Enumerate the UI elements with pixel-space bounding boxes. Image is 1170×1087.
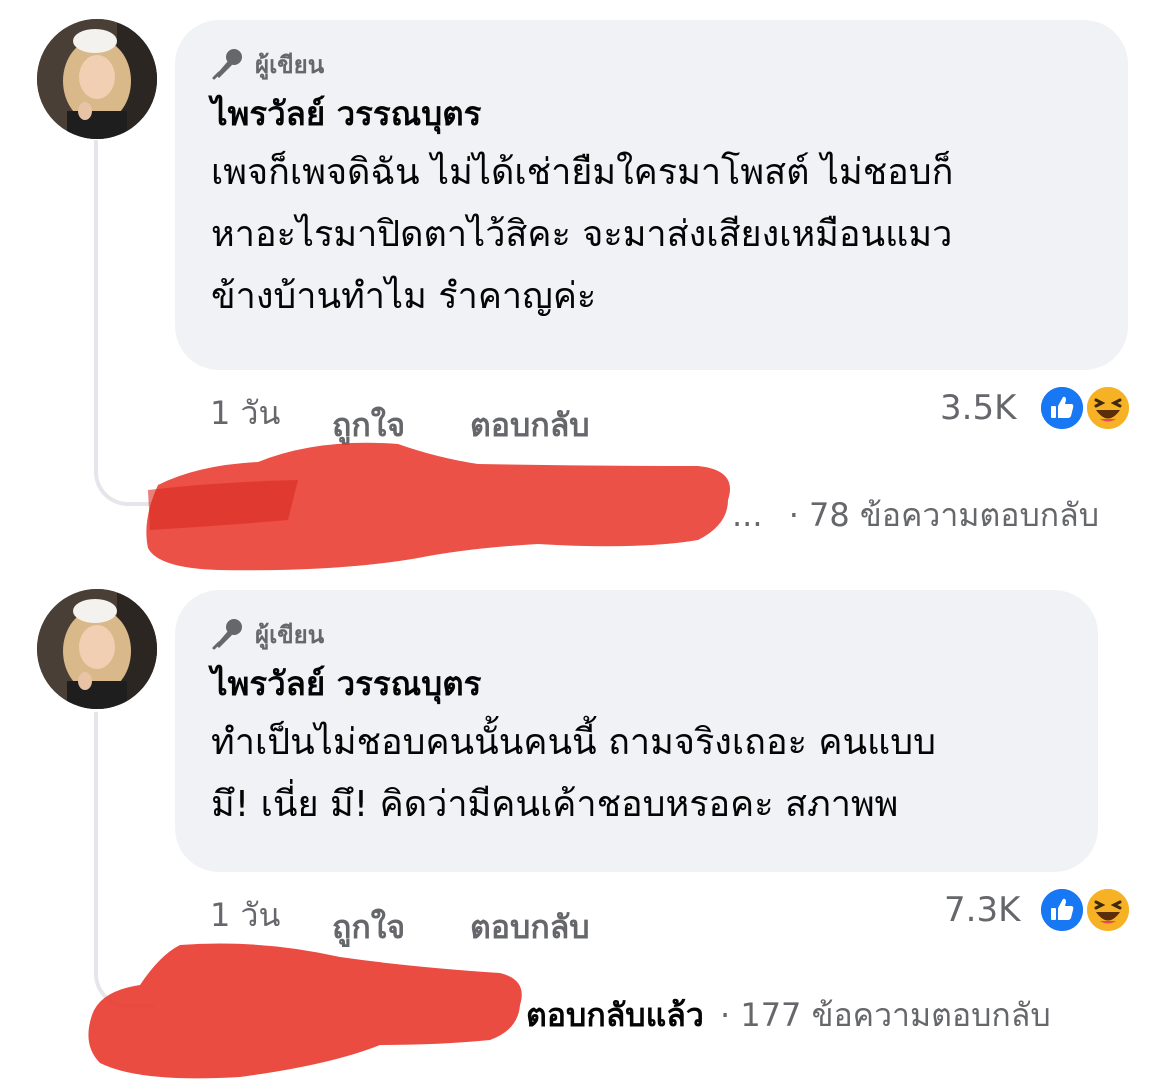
- comment-thread: ผู้เขียน ไพรวัลย์ วรรณบุตร เพจก็เพจดิฉัน…: [0, 0, 1170, 1087]
- comment-actions: 1 วัน ถูกใจ ตอบกลับ: [210, 388, 670, 448]
- comment-bubble: ผู้เขียน ไพรวัลย์ วรรณบุตร ทำเป็นไม่ชอบค…: [175, 590, 1098, 872]
- reaction-icons[interactable]: [1038, 384, 1138, 434]
- replies-count: · 177 ข้อความตอบกลับ: [719, 996, 1051, 1034]
- reply-button[interactable]: ตอบกลับ: [470, 400, 590, 451]
- author-badge-label: ผู้เขียน: [255, 50, 325, 79]
- comment-text: เพจก็เพจดิฉัน ไม่ได้เช่ายืมใครมาโพสต์ ไม…: [211, 142, 1092, 328]
- like-button[interactable]: ถูกใจ: [332, 902, 405, 953]
- like-icon: [1038, 886, 1086, 934]
- author-badge-label: ผู้เขียน: [255, 620, 325, 649]
- comment-timestamp[interactable]: 1 วัน: [210, 890, 280, 941]
- thread-connector-line: [94, 712, 154, 1008]
- reaction-icons[interactable]: [1038, 886, 1138, 936]
- comment-timestamp[interactable]: 1 วัน: [210, 388, 280, 439]
- comment-text-line: เพจก็เพจดิฉัน ไม่ได้เช่ายืมใครมาโพสต์ ไม…: [211, 152, 954, 193]
- author-badge: ผู้เขียน: [211, 44, 1092, 84]
- comment-text-line: มึ! เนี่ย มึ! คิดว่ามีคนเค้าชอบหรอคะ สภา…: [211, 784, 899, 825]
- author-name[interactable]: ไพรวัลย์ วรรณบุตร: [211, 92, 1092, 136]
- thread-connector-line: [94, 140, 154, 506]
- view-replies-link[interactable]: ... · 78 ข้อความตอบกลับ: [732, 490, 1099, 541]
- comment-bubble: ผู้เขียน ไพรวัลย์ วรรณบุตร เพจก็เพจดิฉัน…: [175, 20, 1128, 370]
- avatar[interactable]: [37, 19, 157, 139]
- comment-actions: 1 วัน ถูกใจ ตอบกลับ: [210, 890, 670, 950]
- like-button[interactable]: ถูกใจ: [332, 400, 405, 451]
- comment-text-line: ข้างบ้านทำไม รำคาญค่ะ: [211, 276, 597, 317]
- replies-prefix: ...: [732, 496, 763, 534]
- comment-text: ทำเป็นไม่ชอบคนนั้นคนนี้ ถามจริงเถอะ คนแบ…: [211, 712, 1062, 836]
- haha-icon: [1084, 886, 1132, 934]
- haha-icon: [1084, 384, 1132, 432]
- like-icon: [1038, 384, 1086, 432]
- author-name[interactable]: ไพรวัลย์ วรรณบุตร: [211, 662, 1062, 706]
- microphone-icon: [212, 49, 242, 80]
- reaction-count[interactable]: 3.5K: [940, 388, 1016, 428]
- avatar[interactable]: [37, 589, 157, 709]
- view-replies-link[interactable]: ตอบกลับแล้ว · 177 ข้อความตอบกลับ: [526, 990, 1051, 1041]
- redaction-mark: [146, 442, 730, 571]
- comment-text-line: ทำเป็นไม่ชอบคนนั้นคนนี้ ถามจริงเถอะ คนแบ…: [211, 722, 936, 763]
- author-replied-label: ตอบกลับแล้ว: [526, 996, 704, 1034]
- comment-text-line: หาอะไรมาปิดตาไว้สิคะ จะมาส่งเสียงเหมือนแ…: [211, 214, 953, 255]
- author-badge: ผู้เขียน: [211, 614, 1062, 654]
- reaction-count[interactable]: 7.3K: [944, 890, 1020, 930]
- replies-count: · 78 ข้อความตอบกลับ: [788, 496, 1100, 534]
- reply-button[interactable]: ตอบกลับ: [470, 902, 590, 953]
- microphone-icon: [212, 619, 242, 650]
